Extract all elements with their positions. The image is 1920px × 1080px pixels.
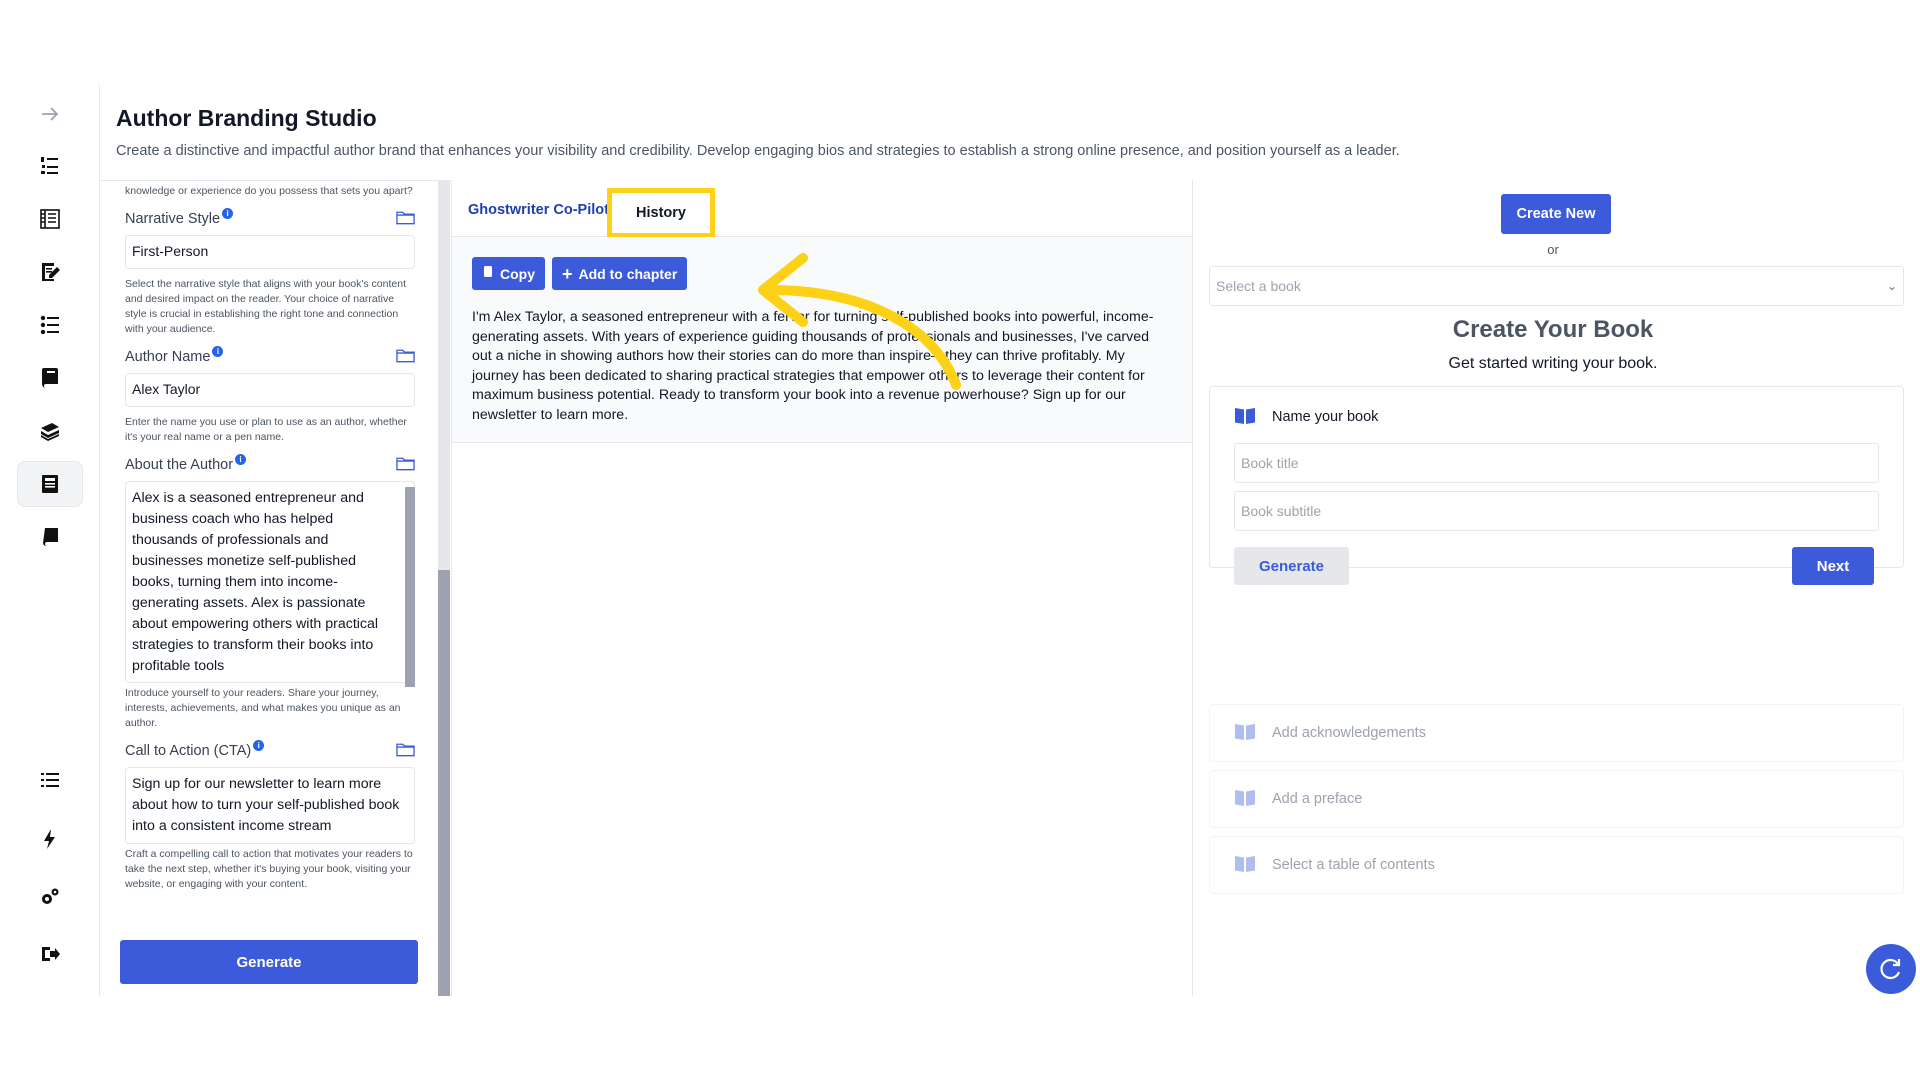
lightning-icon[interactable] — [17, 816, 83, 862]
settings-gear-icon[interactable] — [17, 874, 83, 920]
about-author-textarea[interactable]: Alex is a seasoned entrepreneur and busi… — [125, 481, 415, 683]
menu-list-icon[interactable] — [17, 757, 83, 803]
help-chat-button[interactable] — [1866, 944, 1916, 994]
outline-list-icon[interactable] — [17, 143, 83, 189]
create-book-subtitle: Get started writing your book. — [1448, 355, 1658, 372]
select-book-dropdown[interactable]: Select a book ⌄ — [1209, 266, 1904, 306]
textarea-scrollbar[interactable] — [405, 487, 415, 687]
step-table-of-contents[interactable]: Select a table of contents — [1209, 836, 1904, 894]
edit-document-icon[interactable] — [17, 249, 83, 295]
name-book-card: Name your book Book title Book subtitle … — [1209, 386, 1904, 585]
book-layout-icon[interactable] — [17, 196, 83, 242]
open-book-icon — [1234, 787, 1256, 811]
field-helper: knowledge or experience do you possess t… — [125, 185, 413, 197]
annotation-arrow-icon — [758, 253, 961, 390]
field-helper: Craft a compelling call to action that m… — [125, 848, 413, 890]
copy-icon — [482, 265, 494, 282]
step-preface[interactable]: Add a preface — [1209, 770, 1904, 828]
app-frame: Author Branding Studio Create a distinct… — [0, 85, 1920, 996]
about-author-label: About the Author i — [125, 454, 415, 475]
or-divider: or — [1547, 242, 1559, 257]
field-helper: Introduce yourself to your readers. Shar… — [125, 687, 401, 729]
narrative-style-label: Narrative Style i — [125, 208, 415, 229]
book-title-input[interactable]: Book title — [1234, 443, 1879, 483]
folder-icon[interactable] — [396, 347, 415, 367]
cta-textarea[interactable]: Sign up for our newsletter to learn more… — [125, 767, 415, 844]
folder-icon[interactable] — [396, 209, 415, 229]
tab-ghostwriter-copilot[interactable]: Ghostwriter Co-Pilot — [468, 202, 609, 218]
author-name-label: Author Name i — [125, 346, 415, 367]
generate-button[interactable]: Generate — [120, 940, 418, 984]
book-closed-icon[interactable] — [17, 514, 83, 560]
open-book-icon — [1234, 853, 1256, 877]
narrative-style-select[interactable]: First-Person — [125, 235, 415, 269]
info-icon[interactable]: i — [235, 454, 247, 465]
notebook-icon[interactable] — [17, 355, 83, 401]
book-panel: Create New or Select a book ⌄ Create You… — [1194, 180, 1920, 996]
folder-icon[interactable] — [396, 741, 415, 761]
field-helper: Select the narrative style that aligns w… — [125, 278, 406, 335]
collapse-arrow-icon[interactable] — [17, 91, 83, 137]
author-form-panel: knowledge or experience do you possess t… — [101, 180, 451, 996]
info-icon[interactable]: i — [222, 208, 234, 219]
open-book-icon — [1234, 405, 1256, 429]
form-scrollbar[interactable] — [438, 180, 450, 996]
plus-icon: + — [562, 263, 573, 284]
author-branding-icon[interactable] — [17, 461, 83, 507]
refresh-icon — [1880, 958, 1901, 980]
book-subtitle-input[interactable]: Book subtitle — [1234, 491, 1879, 531]
next-button[interactable]: Next — [1792, 547, 1874, 585]
logout-icon[interactable] — [17, 931, 83, 977]
add-to-chapter-button[interactable]: + Add to chapter — [552, 257, 688, 290]
chevron-down-icon: ⌄ — [1886, 279, 1897, 293]
numbered-list-icon[interactable] — [17, 302, 83, 348]
sidebar-nav — [0, 85, 100, 996]
page-description: Create a distinctive and impactful autho… — [116, 143, 1400, 159]
step-acknowledgements[interactable]: Add acknowledgements — [1209, 704, 1904, 762]
card-heading: Name your book — [1234, 405, 1378, 429]
tab-history[interactable]: History — [607, 188, 715, 238]
scrollbar-thumb[interactable] — [438, 570, 450, 996]
create-new-button[interactable]: Create New — [1501, 194, 1611, 234]
copy-button[interactable]: Copy — [472, 257, 545, 290]
info-icon[interactable]: i — [253, 740, 265, 751]
cta-label: Call to Action (CTA) i — [125, 740, 415, 761]
tab-bar: Ghostwriter Co-Pilot History — [452, 180, 1192, 238]
author-name-input[interactable]: Alex Taylor — [125, 373, 415, 407]
generate-title-button[interactable]: Generate — [1234, 547, 1349, 585]
create-book-title: Create Your Book — [1452, 316, 1654, 343]
folder-icon[interactable] — [396, 455, 415, 475]
page-title: Author Branding Studio — [116, 105, 377, 131]
open-book-icon — [1234, 721, 1256, 745]
field-helper: Enter the name you use or plan to use as… — [125, 416, 407, 443]
books-icon[interactable] — [17, 408, 83, 454]
info-icon[interactable]: i — [212, 346, 224, 357]
